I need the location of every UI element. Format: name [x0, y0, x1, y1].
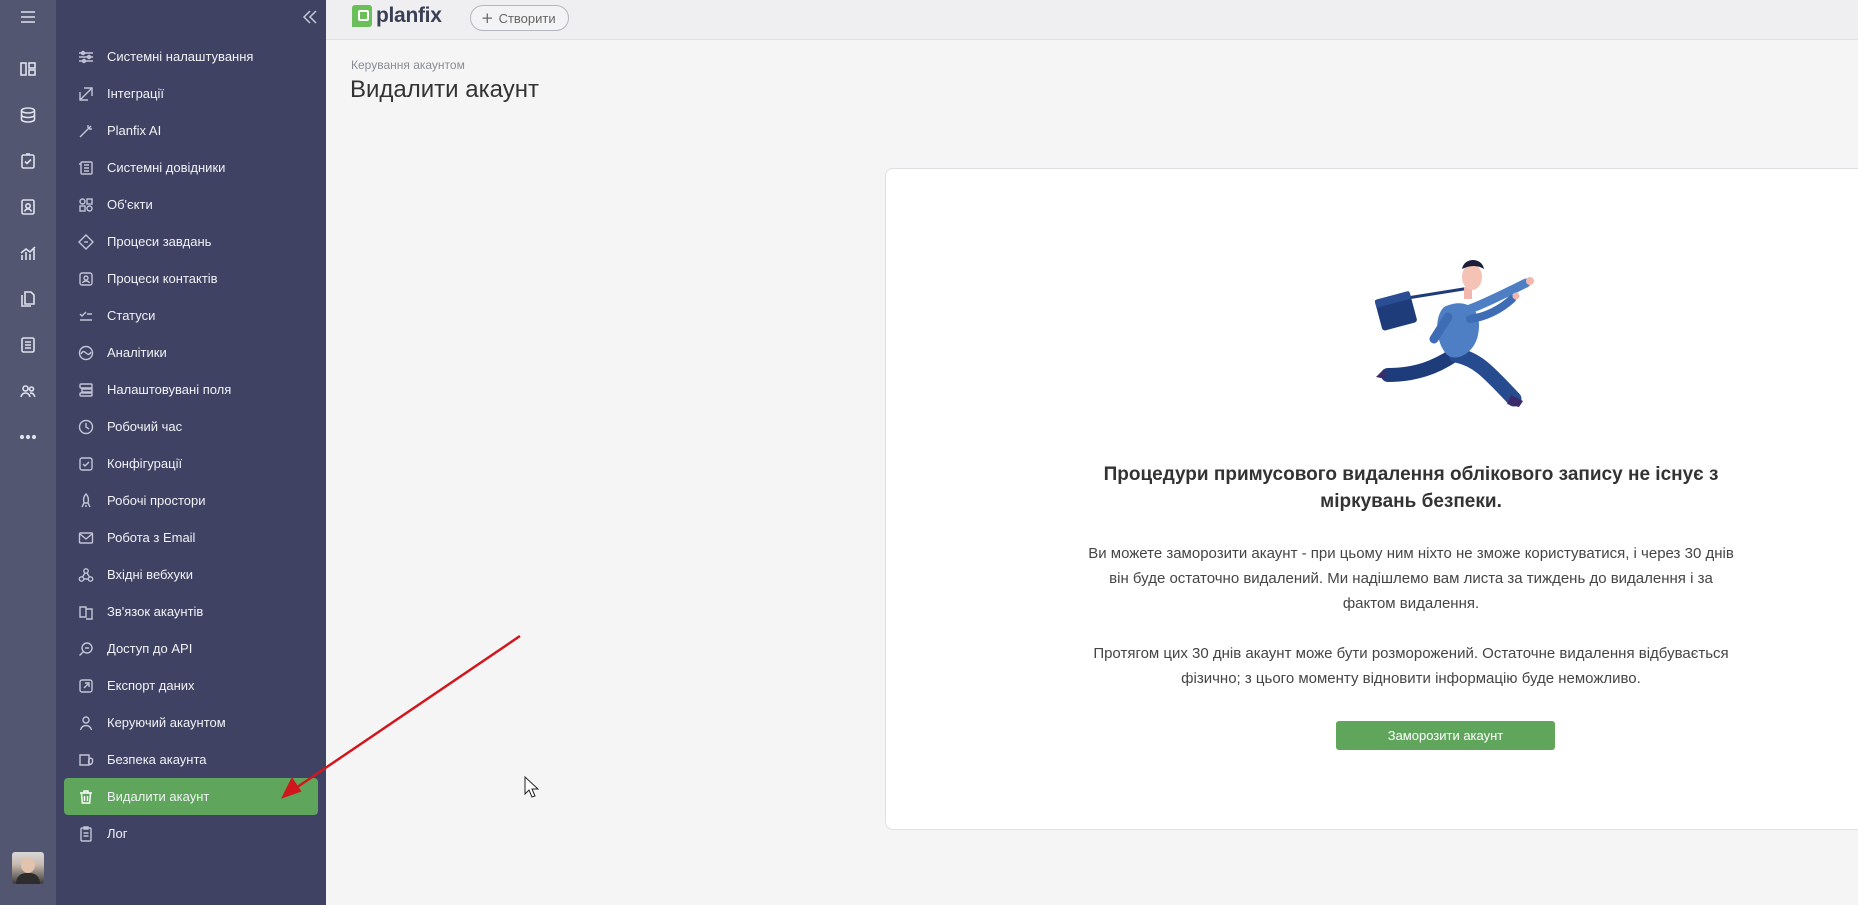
create-button[interactable]: + Створити: [470, 5, 569, 31]
analytics-icon: [77, 344, 95, 362]
sidebar-item-api-access[interactable]: Доступ до API: [64, 630, 318, 667]
delete-account-card: Процедури примусового видалення обліково…: [885, 168, 1858, 830]
api-icon: [77, 640, 95, 658]
security-icon: [77, 751, 95, 769]
sidebar-item-data-export[interactable]: Експорт даних: [64, 667, 318, 704]
sidebar-item-label: Доступ до API: [107, 641, 193, 656]
card-paragraph-freeze: Ви можете заморозити акаунт - при цьому …: [1088, 545, 1734, 612]
sidebar-item-label: Лог: [107, 826, 128, 841]
contact-process-icon: [77, 270, 95, 288]
card-paragraph-unfreeze: Протягом цих 30 днів акаунт може бути ро…: [1093, 645, 1729, 687]
users-icon[interactable]: [16, 379, 40, 403]
tasks-icon[interactable]: [16, 149, 40, 173]
breadcrumb[interactable]: Керування акаунтом: [351, 58, 465, 72]
sliders-icon: [77, 48, 95, 66]
collapse-sidebar-icon[interactable]: [301, 8, 321, 28]
sidebar-item-label: Planfix AI: [107, 123, 162, 138]
webhooks-icon: [77, 566, 95, 584]
sidebar-item-contact-processes[interactable]: Процеси контактів: [64, 260, 318, 297]
workspaces-icon: [77, 492, 95, 510]
sidebar-item-integrations[interactable]: Інтеграції: [64, 75, 318, 112]
sidebar-item-webhooks[interactable]: Вхідні вебхуки: [64, 556, 318, 593]
sidebar-item-system-settings[interactable]: Системні налаштування: [64, 38, 318, 75]
task-process-icon: [77, 233, 95, 251]
sidebar-item-label: Процеси завдань: [107, 234, 212, 249]
top-bar: planfix + Створити: [326, 0, 1858, 40]
sidebar-item-label: Інтеграції: [107, 86, 164, 101]
email-icon: [77, 529, 95, 547]
card-headline: Процедури примусового видалення обліково…: [1103, 464, 1719, 512]
list-icon[interactable]: [16, 333, 40, 357]
sidebar-item-label: Аналітики: [107, 345, 167, 360]
avatar[interactable]: [12, 852, 44, 884]
database-icon[interactable]: [16, 103, 40, 127]
sidebar-item-label: Налаштовувані поля: [107, 382, 232, 397]
sidebar-item-label: Безпека акаунта: [107, 752, 207, 767]
freeze-account-button[interactable]: Заморозити акаунт: [1336, 721, 1555, 750]
sidebar-item-label: Керуючий акаунтом: [107, 715, 226, 730]
logo-text: planfix: [376, 4, 442, 27]
sidebar-item-label: Об'єкти: [107, 197, 153, 212]
sidebar-item-label: Робочий час: [107, 419, 183, 434]
directories-icon: [77, 159, 95, 177]
account-manager-icon: [77, 714, 95, 732]
page-title: Видалити акаунт: [350, 76, 539, 103]
custom-fields-icon: [77, 381, 95, 399]
account-link-icon: [77, 603, 95, 621]
sidebar-item-email[interactable]: Робота з Email: [64, 519, 318, 556]
sidebar-item-workspaces[interactable]: Робочі простори: [64, 482, 318, 519]
sidebar-item-label: Вхідні вебхуки: [107, 567, 193, 582]
sidebar-item-configurations[interactable]: Конфігурації: [64, 445, 318, 482]
clock-icon: [77, 418, 95, 436]
sidebar-item-working-time[interactable]: Робочий час: [64, 408, 318, 445]
sidebar-item-statuses[interactable]: Статуси: [64, 297, 318, 334]
sidebar-item-account-security[interactable]: Безпека акаунта: [64, 741, 318, 778]
sidebar-item-label: Процеси контактів: [107, 271, 218, 286]
settings-nav: Системні налаштування Інтеграції Planfix…: [64, 38, 318, 852]
sidebar-item-task-processes[interactable]: Процеси завдань: [64, 223, 318, 260]
more-icon[interactable]: [16, 425, 40, 449]
sidebar-item-log[interactable]: Лог: [64, 815, 318, 852]
statuses-icon: [77, 307, 95, 325]
sidebar-item-custom-fields[interactable]: Налаштовувані поля: [64, 371, 318, 408]
objects-icon: [77, 196, 95, 214]
sidebar-item-label: Системні налаштування: [107, 49, 254, 64]
documents-icon[interactable]: [16, 287, 40, 311]
sidebar-item-delete-account[interactable]: Видалити акаунт: [64, 778, 318, 815]
sidebar-item-account-link[interactable]: Зв'язок акаунтів: [64, 593, 318, 630]
sidebar-item-label: Зв'язок акаунтів: [107, 604, 204, 619]
menu-icon[interactable]: [16, 5, 40, 29]
sidebar-item-planfix-ai[interactable]: Planfix AI: [64, 112, 318, 149]
icon-rail: [0, 0, 56, 905]
settings-sidebar: Системні налаштування Інтеграції Planfix…: [56, 0, 326, 905]
export-icon: [77, 677, 95, 695]
analytics-icon[interactable]: [16, 241, 40, 265]
sidebar-item-label: Статуси: [107, 308, 156, 323]
sidebar-item-label: Робота з Email: [107, 530, 196, 545]
sidebar-item-label: Робочі простори: [107, 493, 206, 508]
planfix-logo[interactable]: planfix: [352, 4, 442, 28]
create-button-label: Створити: [498, 10, 556, 26]
contacts-icon[interactable]: [16, 195, 40, 219]
configurations-icon: [77, 455, 95, 473]
sidebar-item-label: Конфігурації: [107, 456, 183, 471]
integrations-icon: [77, 85, 95, 103]
sidebar-item-label: Системні довідники: [107, 160, 226, 175]
sidebar-item-account-manager[interactable]: Керуючий акаунтом: [64, 704, 318, 741]
sidebar-item-system-directories[interactable]: Системні довідники: [64, 149, 318, 186]
plus-icon: +: [481, 8, 494, 27]
log-icon: [77, 825, 95, 843]
trash-icon: [77, 788, 95, 806]
planfix-logo-icon: [352, 5, 372, 27]
sidebar-item-analytics[interactable]: Аналітики: [64, 334, 318, 371]
magic-wand-icon: [77, 122, 95, 140]
sidebar-item-label: Видалити акаунт: [107, 789, 210, 804]
running-man-illustration: [1374, 260, 1534, 407]
sidebar-item-objects[interactable]: Об'єкти: [64, 186, 318, 223]
mouse-cursor-icon: [524, 775, 540, 798]
board-icon[interactable]: [16, 57, 40, 81]
sidebar-item-label: Експорт даних: [107, 678, 195, 693]
